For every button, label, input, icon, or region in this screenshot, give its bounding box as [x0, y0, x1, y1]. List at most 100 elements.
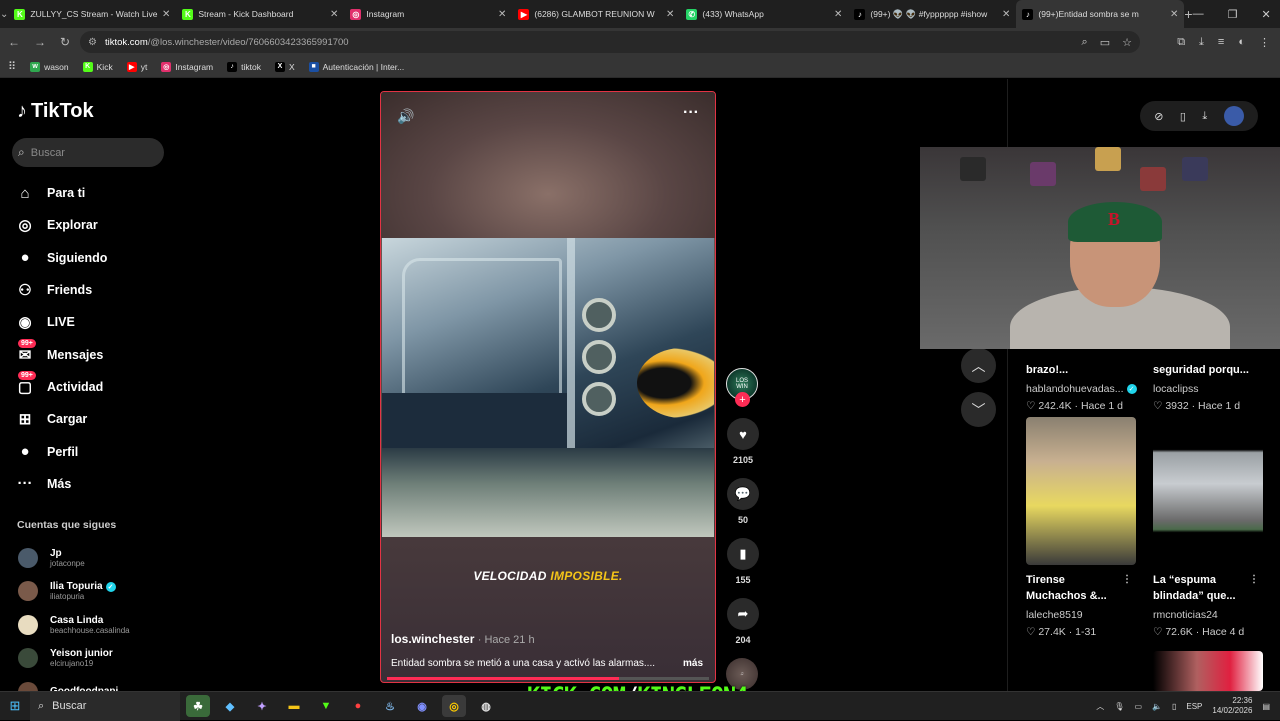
reading-list-icon[interactable]: ≡	[1218, 36, 1224, 48]
sidebar-item-perfil[interactable]: ● Perfil	[14, 435, 174, 467]
volume-icon[interactable]: 🔊	[397, 108, 414, 125]
browser-tab[interactable]: ✆ (433) WhatsApp ✕	[680, 0, 848, 28]
steam-icon[interactable]: ♨	[378, 695, 402, 717]
browser-tab[interactable]: ▶ (6286) GLAMBOT REUNION W ✕	[512, 0, 680, 28]
tab-search-button[interactable]: ⌄	[0, 0, 8, 28]
comment-action[interactable]: 💬 50	[726, 478, 760, 525]
profile-avatar-icon[interactable]: ◐	[1238, 36, 1245, 48]
share-action[interactable]: ➦ 204	[726, 598, 760, 645]
recommended-thumbnail[interactable]	[1153, 417, 1263, 565]
apps-icon[interactable]: ⠿	[8, 60, 16, 73]
browser-menu-icon[interactable]: ⋮	[1259, 36, 1270, 49]
site-info-icon[interactable]: ⚙	[88, 37, 97, 48]
widget-icon[interactable]: ☘	[186, 695, 210, 717]
network-icon[interactable]: ▭	[1134, 702, 1142, 711]
recommended-thumbnail[interactable]	[1153, 651, 1263, 691]
close-tab-icon[interactable]: ✕	[1002, 9, 1010, 20]
bookmark-item[interactable]: w wason	[30, 61, 69, 72]
recommended-video[interactable]: seguridad porqu... locaclipss ♡ 3932 · H…	[1153, 355, 1265, 412]
user-avatar[interactable]	[1223, 106, 1244, 126]
coins-icon[interactable]: ⊘	[1154, 110, 1163, 123]
recommended-author[interactable]: rmcnoticias24	[1153, 609, 1265, 621]
language-indicator[interactable]: ESP	[1186, 702, 1202, 711]
back-icon[interactable]: ←	[8, 35, 20, 49]
recommended-author[interactable]: laleche8519	[1026, 609, 1138, 621]
bookmark-item[interactable]: XX	[274, 61, 295, 72]
browser-tab[interactable]: ♪ (99+) 👽 👽 #fypppppp #ishow ✕	[848, 0, 1016, 28]
avatar[interactable]	[18, 648, 38, 669]
video-more-icon[interactable]: ···	[683, 104, 699, 122]
video-author-name[interactable]: los.winchester	[391, 632, 474, 646]
bookmark-icon[interactable]: ▮	[727, 538, 759, 570]
more-options-icon[interactable]: ⋮	[1122, 573, 1132, 588]
sidebar-item-ms[interactable]: ··· Más	[14, 468, 174, 500]
recommended-thumbnail[interactable]	[1026, 417, 1136, 565]
recommended-video[interactable]: Tirense Muchachos &... ⋮ laleche8519 ♡ 27…	[1026, 417, 1138, 638]
vpn-icon[interactable]: ▼	[314, 695, 338, 717]
sidebar-item-parati[interactable]: ⌂ Para ti	[14, 177, 174, 209]
avatar[interactable]	[18, 581, 38, 602]
restore-icon[interactable]: ❐	[1228, 8, 1238, 21]
device-icon[interactable]: ▯	[1180, 110, 1186, 123]
close-tab-icon[interactable]: ✕	[834, 9, 842, 20]
browser-tab[interactable]: ◎ Instagram ✕	[344, 0, 512, 28]
volume-tray-icon[interactable]: 🔈	[1152, 702, 1162, 711]
close-tab-icon[interactable]: ✕	[666, 9, 674, 20]
taskbar-search[interactable]: ⌕ Buscar	[30, 691, 180, 721]
video-progress-bar[interactable]	[387, 677, 709, 680]
save-action[interactable]: ▮ 155	[726, 538, 760, 585]
tiktok-logo[interactable]: ♪ TikTok	[17, 100, 94, 123]
avatar[interactable]	[18, 614, 38, 635]
sidebar-item-actividad[interactable]: ▢ 99+ Actividad	[14, 370, 174, 403]
heart-icon[interactable]: ♥	[727, 418, 759, 450]
following-account[interactable]: Ilia Topuria ✓ iliatopuria	[18, 575, 178, 609]
more-options-icon[interactable]: ⋮	[1249, 573, 1259, 588]
prev-video-button[interactable]: ︿	[961, 348, 996, 383]
downloads-icon[interactable]: ⤓	[1199, 36, 1204, 49]
share-icon[interactable]: ➦	[727, 598, 759, 630]
search-input[interactable]: ⌕ Buscar	[12, 138, 164, 167]
close-tab-icon[interactable]: ✕	[498, 9, 506, 20]
bookmark-item[interactable]: K Kick	[82, 61, 113, 72]
sidebar-item-cargar[interactable]: ⊞ Cargar	[14, 403, 174, 435]
forward-icon[interactable]: →	[34, 35, 46, 49]
copilot-icon[interactable]: ◆	[218, 695, 242, 717]
next-video-button[interactable]: ﹀	[961, 392, 996, 427]
discord-icon[interactable]: ◉	[410, 695, 434, 717]
avatar[interactable]	[18, 547, 38, 568]
battery-icon[interactable]: ▯	[1172, 702, 1176, 711]
sidebar-item-friends[interactable]: ⚇ Friends	[14, 274, 174, 306]
close-tab-icon[interactable]: ✕	[162, 9, 170, 20]
following-account[interactable]: Jp jotaconpe	[18, 541, 178, 575]
following-account[interactable]: Yeison junior elcirujano19	[18, 642, 178, 676]
recommended-video[interactable]: La “espuma blindada” que... ⋮ rmcnoticias…	[1153, 417, 1265, 638]
browser-tab[interactable]: K ZULLYY_CS Stream - Watch Live ✕	[8, 0, 176, 28]
address-bar[interactable]: ⚙ tiktok.com/@los.winchester/video/76066…	[80, 31, 1140, 53]
close-window-icon[interactable]: ✕	[1261, 8, 1270, 21]
clock[interactable]: 22:36 14/02/2026	[1212, 696, 1252, 716]
recommended-video[interactable]: brazo!... hablandohuevadas... ✓ ♡ 242.4K …	[1026, 355, 1138, 412]
browser-tab[interactable]: K Stream - Kick Dashboard ✕	[176, 0, 344, 28]
sidebar-item-explorar[interactable]: ◎ Explorar	[14, 209, 174, 241]
recommended-author[interactable]: hablandohuevadas... ✓	[1026, 383, 1138, 395]
minimize-icon[interactable]: —	[1193, 8, 1204, 21]
notifications-icon[interactable]: ▤	[1262, 702, 1270, 711]
sidebar-item-mensajes[interactable]: ✉ 99+ Mensajes	[14, 338, 174, 370]
recommended-author[interactable]: locaclipss	[1153, 383, 1265, 395]
download-app-icon[interactable]: ⤓	[1202, 110, 1207, 123]
recorder-icon[interactable]: ●	[346, 695, 370, 717]
mic-icon[interactable]: 🎙	[1114, 702, 1124, 711]
tray-chevron-icon[interactable]: ︿	[1096, 701, 1104, 712]
like-action[interactable]: ♥ 2105	[726, 418, 760, 465]
bookmark-item[interactable]: ■ Autenticación | Inter...	[308, 61, 404, 72]
bookmark-item[interactable]: ▶ yt	[126, 61, 147, 72]
zoom-icon[interactable]: ⌕	[1082, 36, 1088, 49]
browser-tab[interactable]: ♪ (99+)Entidad sombra se m ✕	[1016, 0, 1185, 28]
extensions-icon[interactable]: ⧉	[1177, 36, 1185, 49]
chrome-icon[interactable]: ◎	[442, 695, 466, 717]
teams-icon[interactable]: ✦	[250, 695, 274, 717]
file-explorer-icon[interactable]: ▬	[282, 695, 306, 717]
following-account[interactable]: Casa Linda beachhouse.casalinda	[18, 608, 178, 642]
bookmark-star-icon[interactable]: ☆	[1122, 36, 1132, 49]
windows-start-icon[interactable]: ⊞	[0, 698, 30, 714]
